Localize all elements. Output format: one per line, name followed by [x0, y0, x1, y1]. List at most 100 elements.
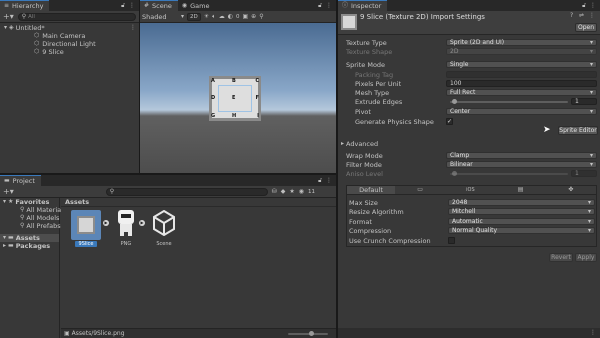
gizmos-icon[interactable]: ⊕ [251, 13, 256, 20]
chevron-down-icon[interactable]: ▾ [3, 235, 6, 241]
add-icon[interactable]: +▾ [3, 12, 14, 21]
hidden-objects-icon[interactable]: ◐ [228, 13, 233, 20]
open-button[interactable]: Open [575, 23, 597, 32]
scene-row[interactable]: ▾ ◈ Untitled* ⋮ [0, 24, 139, 32]
asset-tile-label: PNG [120, 241, 132, 247]
platform-tab-default[interactable]: Default [347, 186, 395, 194]
crunch-compression-checkbox[interactable] [448, 237, 455, 244]
search-icon[interactable]: ⚲ [259, 13, 263, 20]
tab-game[interactable]: ◉ Game [177, 0, 216, 11]
filter-mode-dropdown[interactable]: Bilinear [446, 161, 597, 168]
chevron-right-icon[interactable]: ▸ [341, 141, 344, 147]
sprite-mode-dropdown[interactable]: Single [446, 61, 597, 68]
inspector-bottom-handle[interactable]: ⋮ [338, 328, 600, 338]
preset-icon[interactable]: ⇌ [579, 13, 584, 19]
compression-dropdown[interactable]: Normal Quality [448, 227, 595, 234]
effects-icon[interactable]: ☁ [219, 13, 225, 20]
assets-folder-row[interactable]: ▾ ▬ Assets [0, 234, 59, 242]
extrude-edges-knob[interactable] [452, 99, 457, 104]
scene-viewport[interactable]: A B C D E F G H I [140, 23, 336, 173]
hierarchy-item[interactable]: ⬡ 9 Slice [0, 48, 139, 56]
lock-icon[interactable]: 🔓︎ [318, 2, 322, 9]
breadcrumb-assets[interactable]: Assets [65, 198, 89, 206]
toggle-2d-button[interactable]: 2D [187, 12, 201, 21]
platform-tab-ios[interactable]: iOS [445, 186, 495, 194]
open-button-label: Open [577, 24, 595, 31]
more-icon[interactable]: ⋮ [326, 177, 332, 184]
eye-icon[interactable]: ◉ [299, 188, 304, 195]
chevron-down-icon[interactable]: ▾ [4, 25, 7, 31]
gameobject-icon: ⬡ [34, 40, 40, 47]
pivot-dropdown[interactable]: Center [446, 108, 597, 115]
max-size-dropdown[interactable]: 2048 [448, 199, 595, 206]
tab-scene[interactable]: # Scene [140, 0, 178, 11]
more-icon[interactable]: ⋮ [589, 13, 595, 19]
help-icon[interactable]: ? [570, 13, 573, 19]
filter-type-icon[interactable]: ⛁ [272, 188, 277, 195]
asset-tile[interactable]: PNG [112, 210, 140, 248]
tab-project-label: Project [12, 177, 35, 185]
filter-label-icon[interactable]: ◆ [281, 188, 286, 195]
hierarchy-item[interactable]: ⬡ Directional Light [0, 40, 139, 48]
advanced-foldout[interactable]: ▸ Advanced [341, 140, 378, 148]
platform-tab-android[interactable]: ✤ [546, 186, 596, 194]
platform-tab-webgl[interactable]: ▤ [496, 186, 546, 194]
favorite-item[interactable]: ⚲ All Materia [0, 206, 61, 214]
asset-tile[interactable]: Scene [149, 210, 179, 248]
selected-asset-path: Assets/9Slice.png [71, 330, 125, 337]
favorite-icon[interactable]: ★ [289, 188, 294, 195]
more-icon[interactable]: ⋮ [129, 2, 135, 9]
hierarchy-item[interactable]: ⬡ Main Camera [0, 32, 139, 40]
scene-tabbar: # Scene ◉ Game 🔓︎ ⋮ [140, 0, 336, 11]
project-search[interactable]: ⚲ [105, 187, 268, 196]
tab-hierarchy[interactable]: ≡ Hierarchy [0, 0, 50, 11]
info-icon: ⓘ [342, 2, 349, 9]
hierarchy-search[interactable]: ⚲ All [17, 12, 136, 21]
platform-tab-standalone[interactable]: ▭ [395, 186, 445, 194]
tab-project[interactable]: ▬ Project [0, 175, 41, 186]
chevron-right-icon[interactable]: ▸ [3, 243, 6, 249]
favorite-item[interactable]: ⚲ All Models [0, 214, 59, 222]
packages-folder-row[interactable]: ▸ ▬ Packages [0, 242, 59, 250]
sprite-editor-button[interactable]: Sprite Editor [558, 126, 598, 135]
chevron-down-icon[interactable]: ▾ [181, 13, 184, 20]
thumbnail-size-slider[interactable] [288, 333, 328, 335]
folder-icon: ▬ [4, 177, 10, 184]
project-toolbar: +▾ ⚲ ⛁ ◆ ★ ◉ 11 [0, 186, 336, 198]
expand-arrow-icon[interactable]: ▶ [139, 220, 145, 226]
expand-arrow-icon[interactable]: ▶ [103, 220, 109, 226]
hierarchy-tree: ▾ ◈ Untitled* ⋮ ⬡ Main Camera ⬡ Directio… [0, 23, 139, 56]
max-size-value: 2048 [452, 199, 468, 206]
light-icon[interactable]: ☀ [204, 13, 209, 20]
format-dropdown[interactable]: Automatic [448, 218, 595, 225]
asset-tile[interactable]: 9Slice [70, 210, 102, 248]
lock-icon[interactable]: 🔓︎ [582, 2, 586, 9]
more-icon[interactable]: ⋮ [590, 2, 596, 9]
tab-inspector-label: Inspector [351, 2, 382, 10]
audio-icon[interactable]: 🔈︎ [212, 13, 216, 20]
extrude-edges-slider[interactable] [450, 101, 568, 103]
camera-icon[interactable]: ▣ [243, 13, 249, 20]
extrude-edges-field[interactable]: 1 [571, 98, 597, 105]
thumbnail-size-knob[interactable] [309, 331, 314, 336]
folder-icon: ▬ [8, 242, 14, 249]
more-icon[interactable]: ⋮ [326, 2, 332, 9]
lock-icon[interactable]: 🔓︎ [121, 2, 125, 9]
add-icon[interactable]: +▾ [3, 187, 14, 196]
chevron-down-icon[interactable]: ▾ [3, 199, 6, 205]
texture-type-dropdown[interactable]: Sprite (2D and UI) [446, 39, 597, 46]
nine-slice-sprite[interactable]: A B C D E F G H I [209, 76, 261, 121]
lock-icon[interactable]: 🔓︎ [318, 177, 322, 184]
more-icon[interactable]: ⋮ [590, 330, 596, 336]
mesh-type-dropdown[interactable]: Full Rect [446, 89, 597, 96]
physics-shape-checkbox[interactable]: ✓ [446, 118, 453, 125]
resize-algorithm-dropdown[interactable]: Mitchell [448, 208, 595, 215]
favorites-row[interactable]: ▾ ★ Favorites [0, 198, 59, 206]
favorite-item[interactable]: ⚲ All Prefabs [0, 222, 61, 230]
wrap-mode-dropdown[interactable]: Clamp [446, 152, 597, 159]
tab-inspector[interactable]: ⓘ Inspector [338, 0, 388, 11]
more-icon[interactable]: ⋮ [130, 25, 139, 31]
packages-folder-label: Packages [15, 242, 51, 250]
platform-tab-default-label: Default [359, 186, 383, 194]
pixels-per-unit-field[interactable]: 100 [446, 80, 597, 87]
